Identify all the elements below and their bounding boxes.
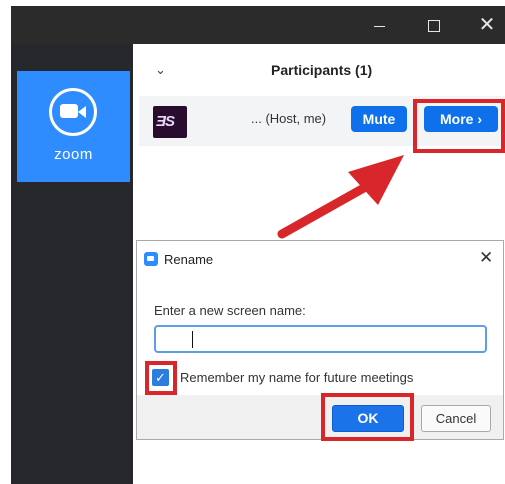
- dialog-title-bar: Rename ✕: [137, 241, 503, 277]
- text-caret: [192, 331, 193, 348]
- cancel-button[interactable]: Cancel: [421, 405, 491, 432]
- zoom-icon: [144, 252, 158, 266]
- dialog-body: Enter a new screen name: ✓ Remember my n…: [137, 277, 503, 395]
- ok-highlight-box: [321, 393, 414, 441]
- screen-name-input[interactable]: [154, 325, 487, 353]
- dialog-footer: OK Cancel: [137, 393, 503, 441]
- checkbox-highlight-box: [145, 361, 177, 395]
- remember-label[interactable]: Remember my name for future meetings: [180, 370, 413, 385]
- close-icon[interactable]: ✕: [479, 248, 493, 268]
- screen-name-label: Enter a new screen name:: [154, 303, 306, 318]
- dialog-title: Rename: [164, 252, 214, 267]
- rename-dialog: Rename ✕ Enter a new screen name: ✓ Reme…: [136, 240, 504, 441]
